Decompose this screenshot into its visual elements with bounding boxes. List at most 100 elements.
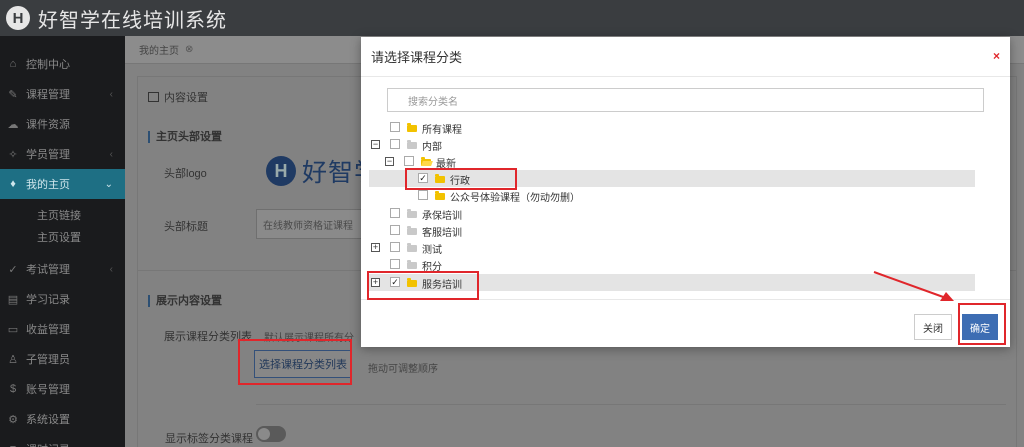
folder-icon xyxy=(407,278,417,287)
sidebar-subitem-1[interactable]: 主页设置 xyxy=(0,226,125,248)
cloud-icon: ☁ xyxy=(7,118,19,131)
section-header-display: 展示内容设置 xyxy=(148,295,222,307)
tree-node[interactable]: 客服培训 xyxy=(361,222,975,239)
sidebar-subitem-0[interactable]: 主页链接 xyxy=(0,204,125,226)
tree-checkbox[interactable] xyxy=(390,122,400,132)
folder-icon xyxy=(407,226,417,235)
record-icon: ▤ xyxy=(7,293,19,306)
folder-icon xyxy=(435,191,445,200)
tree-node-label: 测试 xyxy=(422,245,442,256)
sidebar-item-a3[interactable]: ✧ 学员管理 ‹ xyxy=(0,139,125,169)
tree-node[interactable]: − 内部 xyxy=(361,136,975,153)
sidebar-item-a2[interactable]: ☁ 课件资源 xyxy=(0,109,125,139)
tree-checkbox[interactable]: ✓ xyxy=(390,277,400,287)
folder-icon xyxy=(407,243,417,252)
chevron-icon: ⌄ xyxy=(104,178,113,190)
log-icon: ≡ xyxy=(6,443,20,447)
folder-icon xyxy=(435,174,445,183)
tree-checkbox[interactable] xyxy=(390,139,400,149)
calendar-icon xyxy=(148,92,159,102)
section-header-settings: 主页头部设置 xyxy=(148,131,222,143)
tree-checkbox[interactable] xyxy=(390,225,400,235)
top-header: H 好智学在线培训系统 xyxy=(0,0,1024,36)
card-title: 内容设置 xyxy=(148,89,208,105)
sidebar-item-label: 系统设置 xyxy=(26,414,70,426)
chevron-icon: ‹ xyxy=(109,88,113,100)
logo-label: 头部logo xyxy=(164,168,207,180)
sidebar-item-b6[interactable]: ≡ 课时记录 xyxy=(0,434,125,447)
sidebar-item-label: 学习记录 xyxy=(26,294,70,306)
home-icon: ⌂ xyxy=(9,58,17,70)
sidebar-item-b0[interactable]: ✓ 考试管理 ‹ xyxy=(0,254,125,284)
folder-icon xyxy=(407,123,417,132)
sidebar-item-a1[interactable]: ✎ 课程管理 ‹ xyxy=(0,79,125,109)
sidebar-item-b1[interactable]: ▤ 学习记录 xyxy=(0,284,125,314)
tree-checkbox[interactable] xyxy=(418,190,428,200)
sidebar-item-label: 学员管理 xyxy=(26,149,70,161)
close-icon[interactable]: × xyxy=(993,49,1000,63)
sidebar-item-b3[interactable]: ♙ 子管理员 xyxy=(0,344,125,374)
tree-checkbox[interactable] xyxy=(390,259,400,269)
tree-node-label: 客服培训 xyxy=(422,228,462,239)
tree-checkbox[interactable] xyxy=(390,208,400,218)
tree-node[interactable]: 所有课程 xyxy=(361,119,975,136)
tree-checkbox[interactable] xyxy=(390,242,400,252)
tree-node-label: 服务培训 xyxy=(422,280,462,291)
tree-node-label: 承保培训 xyxy=(422,211,462,222)
tree-checkbox[interactable] xyxy=(404,156,414,166)
sidebar: ⌂ 控制中心 ✎ 课程管理 ‹ ☁ 课件资源 ✧ 学员管理 ‹ ♦ 我的主页 ⌄ 主页链接 主页设置 ✓ 考… xyxy=(0,36,125,447)
sidebar-item-label: 课件资源 xyxy=(26,119,70,131)
tree-node[interactable]: + 测试 xyxy=(361,239,975,256)
tree-node-label: 所有课程 xyxy=(422,125,462,136)
expand-icon[interactable]: + xyxy=(371,243,380,252)
collapse-icon[interactable]: − xyxy=(385,157,394,166)
sidebar-item-label: 我的主页 xyxy=(26,179,70,191)
dialog-header: 请选择课程分类 × xyxy=(361,37,1010,77)
category-search-input[interactable]: 搜索分类名 xyxy=(387,88,984,112)
dollar-icon: $ xyxy=(9,383,17,395)
show-list-hint: 默认展示课程所有分 xyxy=(264,333,354,344)
sidebar-item-label: 子管理员 xyxy=(26,354,70,366)
tree-checkbox[interactable]: ✓ xyxy=(418,173,428,183)
tag-category-label: 显示标签分类课程 xyxy=(165,433,253,445)
sidebar-item-a4[interactable]: ♦ 我的主页 ⌄ xyxy=(0,169,125,199)
student-icon: ✧ xyxy=(8,148,18,161)
divider xyxy=(256,404,1006,405)
tree-node[interactable]: ✓ 行政 xyxy=(369,170,975,187)
tab-close-icon[interactable]: ⊗ xyxy=(185,44,193,55)
sidebar-item-b5[interactable]: ⚙ 系统设置 xyxy=(0,404,125,434)
tree-node-label: 最新 xyxy=(436,159,456,170)
header-title-input[interactable]: 在线教师资格证课程 xyxy=(256,209,366,239)
close-button[interactable]: 关闭 xyxy=(914,314,952,340)
select-category-list-button[interactable]: 选择课程分类列表 xyxy=(254,350,352,378)
cap-icon: ♦ xyxy=(10,178,16,190)
tab-my-homepage[interactable]: 我的主页 xyxy=(139,42,179,57)
tree-node[interactable]: 公众号体验课程（勿动勿删） xyxy=(361,187,975,204)
tree-node-label: 积分 xyxy=(422,262,442,273)
tree-node[interactable]: 承保培训 xyxy=(361,205,975,222)
gear-icon: ⚙ xyxy=(8,413,18,426)
tree-node-label: 公众号体验课程（勿动勿删） xyxy=(450,193,580,204)
annotation-arrow xyxy=(873,271,954,301)
chevron-icon: ‹ xyxy=(109,148,113,160)
app-title: 好智学在线培训系统 xyxy=(38,9,227,32)
sidebar-item-b2[interactable]: ▭ 收益管理 xyxy=(0,314,125,344)
tree-node[interactable]: − 最新 xyxy=(361,153,975,170)
tag-category-toggle[interactable] xyxy=(256,426,286,442)
expand-icon[interactable]: + xyxy=(371,278,380,287)
sidebar-item-a0[interactable]: ⌂ 控制中心 xyxy=(0,49,125,79)
folder-icon xyxy=(407,140,417,149)
folder-icon xyxy=(407,209,417,218)
logo-icon: H xyxy=(6,6,30,30)
confirm-button[interactable]: 确定 xyxy=(962,314,998,340)
tree-node-label: 行政 xyxy=(450,176,470,187)
sidebar-item-label: 课程管理 xyxy=(26,89,70,101)
chevron-icon: ‹ xyxy=(109,263,113,275)
folder-icon xyxy=(407,260,417,269)
collapse-icon[interactable]: − xyxy=(371,140,380,149)
income-icon: ▭ xyxy=(7,323,19,336)
card-title-text: 内容设置 xyxy=(164,92,208,104)
course-icon: ✎ xyxy=(8,88,18,101)
header-title-label: 头部标题 xyxy=(164,221,208,233)
sidebar-item-b4[interactable]: $ 账号管理 xyxy=(0,374,125,404)
